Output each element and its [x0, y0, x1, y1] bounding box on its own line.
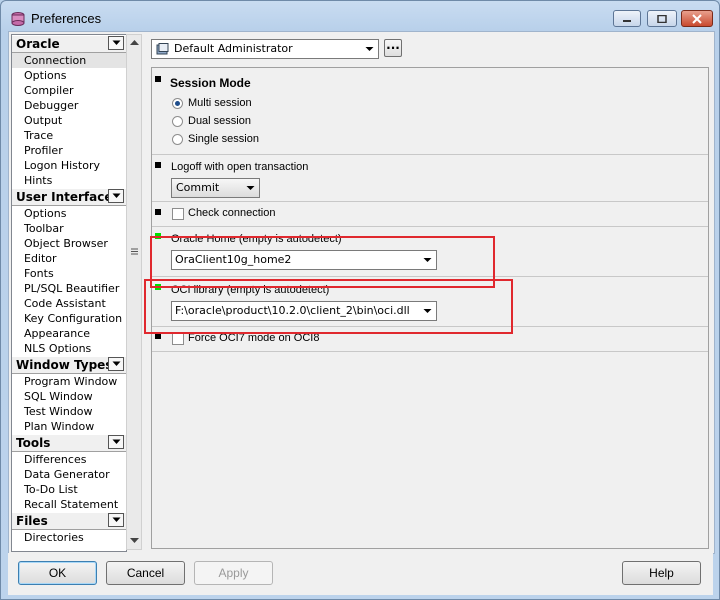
chevron-down-icon	[365, 47, 374, 51]
sidebar-item[interactable]: Options	[12, 68, 126, 83]
more-label: ...	[386, 38, 400, 52]
ok-button[interactable]: OK	[18, 561, 97, 585]
sidebar-item[interactable]: Profiler	[12, 143, 126, 158]
cancel-label: Cancel	[126, 566, 165, 580]
oci-library-highlight	[144, 279, 513, 334]
maximize-icon	[657, 14, 667, 23]
check-connection-label[interactable]: Check connection	[188, 207, 275, 219]
chevron-down-icon	[112, 517, 120, 522]
sidebar-item[interactable]: Program Window	[12, 374, 126, 389]
scroll-up-icon[interactable]	[130, 39, 139, 45]
apply-button[interactable]: Apply	[194, 561, 273, 585]
sidebar-item[interactable]: NLS Options	[12, 341, 126, 356]
scroll-grip-icon[interactable]	[131, 248, 138, 255]
sidebar-item[interactable]: Options	[12, 206, 126, 221]
sidebar-item[interactable]: Toolbar	[12, 221, 126, 236]
sidebar-item[interactable]: Appearance	[12, 326, 126, 341]
button-bar: OK Cancel Apply Help	[8, 553, 713, 595]
apply-label: Apply	[218, 566, 249, 580]
sidebar-group-title: Tools	[16, 436, 51, 450]
sidebar-item[interactable]: Connection	[12, 53, 126, 68]
check-connection-checkbox[interactable]	[172, 208, 184, 220]
collapse-button[interactable]	[108, 357, 124, 371]
sidebar-item[interactable]: Editor	[12, 251, 126, 266]
sidebar-item[interactable]: Trace	[12, 128, 126, 143]
app-icon	[11, 12, 25, 26]
single-session-radio[interactable]	[172, 134, 183, 145]
single-session-label[interactable]: Single session	[188, 133, 259, 145]
logoff-select[interactable]: Commit	[171, 178, 260, 198]
sidebar-group[interactable]: Oracle	[12, 35, 126, 53]
cancel-button[interactable]: Cancel	[106, 561, 185, 585]
section-marker	[155, 162, 161, 168]
sidebar-item[interactable]: SQL Window	[12, 389, 126, 404]
sidebar-item[interactable]: To-Do List	[12, 482, 126, 497]
sidebar-group[interactable]: Files	[12, 512, 126, 530]
force-oci7-checkbox[interactable]	[172, 333, 184, 345]
sidebar-item[interactable]: Test Window	[12, 404, 126, 419]
profile-select[interactable]: Default Administrator	[151, 39, 379, 59]
collapse-button[interactable]	[108, 513, 124, 527]
sidebar-item[interactable]: Directories	[12, 530, 126, 545]
collapse-button[interactable]	[108, 435, 124, 449]
ok-label: OK	[48, 566, 67, 580]
dual-session-radio[interactable]	[172, 116, 183, 127]
window-title: Preferences	[31, 11, 102, 26]
logoff-label: Logoff with open transaction	[171, 161, 309, 173]
sidebar-group-title: User Interface	[16, 190, 113, 204]
sidebar-group-title: Oracle	[16, 37, 60, 51]
profile-more-button[interactable]: ...	[384, 39, 402, 57]
logoff-value: Commit	[176, 181, 220, 194]
chevron-down-icon	[112, 193, 120, 198]
logoff-section: Logoff with open transaction Commit	[152, 154, 708, 202]
chevron-down-icon	[112, 40, 120, 45]
section-marker	[155, 76, 161, 82]
sidebar-item[interactable]: Compiler	[12, 83, 126, 98]
check-connection-section: Check connection	[152, 201, 708, 227]
scroll-down-icon[interactable]	[130, 538, 139, 544]
sidebar-item[interactable]: Recall Statement	[12, 497, 126, 512]
session-mode-title: Session Mode	[170, 76, 251, 90]
sidebar-group-title: Window Types	[16, 358, 113, 372]
sidebar-item[interactable]: Debugger	[12, 98, 126, 113]
close-button[interactable]	[681, 10, 713, 27]
multi-session-radio[interactable]	[172, 98, 183, 109]
sidebar-group-title: Files	[16, 514, 48, 528]
sidebar-group[interactable]: User Interface	[12, 188, 126, 206]
help-label: Help	[649, 566, 674, 580]
minimize-icon	[623, 19, 631, 22]
sidebar-group[interactable]: Tools	[12, 434, 126, 452]
minimize-button[interactable]	[613, 10, 641, 27]
sidebar-item[interactable]: Output	[12, 113, 126, 128]
title-bar[interactable]: Preferences	[1, 1, 719, 35]
sidebar-item[interactable]: PL/SQL Beautifier	[12, 281, 126, 296]
preferences-window: Preferences Oracle Connection Options Compi…	[0, 0, 720, 600]
sidebar-item[interactable]: Object Browser	[12, 236, 126, 251]
close-icon	[692, 13, 702, 24]
chevron-down-icon	[246, 186, 255, 190]
sidebar-item[interactable]: Logon History	[12, 158, 126, 173]
sidebar-item[interactable]: Data Generator	[12, 467, 126, 482]
sidebar-item[interactable]: Key Configuration	[12, 311, 126, 326]
collapse-button[interactable]	[108, 189, 124, 203]
dual-session-label[interactable]: Dual session	[188, 115, 251, 127]
sidebar-item[interactable]: Plan Window	[12, 419, 126, 434]
chevron-down-icon	[112, 361, 120, 366]
category-tree: Oracle Connection Options Compiler Debugger O…	[11, 34, 127, 552]
tree-scrollbar[interactable]	[126, 34, 142, 550]
sidebar-item[interactable]: Fonts	[12, 266, 126, 281]
sidebar-item[interactable]: Code Assistant	[12, 296, 126, 311]
profile-icon	[156, 43, 169, 55]
collapse-button[interactable]	[108, 36, 124, 50]
multi-session-label[interactable]: Multi session	[188, 97, 252, 109]
chevron-down-icon	[112, 439, 120, 444]
help-button[interactable]: Help	[622, 561, 701, 585]
section-marker	[155, 209, 161, 215]
sidebar-item[interactable]: Differences	[12, 452, 126, 467]
maximize-button[interactable]	[647, 10, 677, 27]
sidebar-item[interactable]: Hints	[12, 173, 126, 188]
session-mode-section: Session Mode Multi session Dual session …	[152, 68, 708, 155]
profile-value: Default Administrator	[174, 42, 293, 55]
sidebar-group[interactable]: Window Types	[12, 356, 126, 374]
